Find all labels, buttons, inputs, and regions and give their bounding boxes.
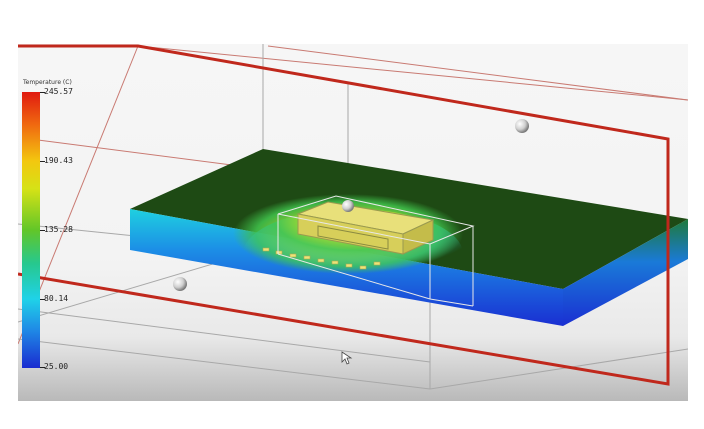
mouse-cursor-icon bbox=[341, 351, 353, 365]
thermal-simulation-scene[interactable] bbox=[18, 44, 688, 401]
legend-color-bar bbox=[22, 92, 40, 368]
legend-value-max: 245.57 bbox=[44, 87, 73, 96]
legend-value-4: 80.14 bbox=[44, 294, 69, 303]
probe-sphere-left[interactable] bbox=[173, 277, 187, 291]
probe-sphere-top[interactable] bbox=[342, 200, 354, 212]
3d-viewport[interactable]: Temperature (C) 245.57 190.43 135.28 80.… bbox=[18, 44, 688, 401]
legend-value-3: 135.28 bbox=[44, 225, 73, 234]
legend-title: Temperature (C) bbox=[23, 79, 72, 86]
probe-sphere-right[interactable] bbox=[515, 119, 529, 133]
legend-value-2: 190.43 bbox=[44, 156, 73, 165]
legend-value-min: 25.00 bbox=[44, 362, 69, 371]
